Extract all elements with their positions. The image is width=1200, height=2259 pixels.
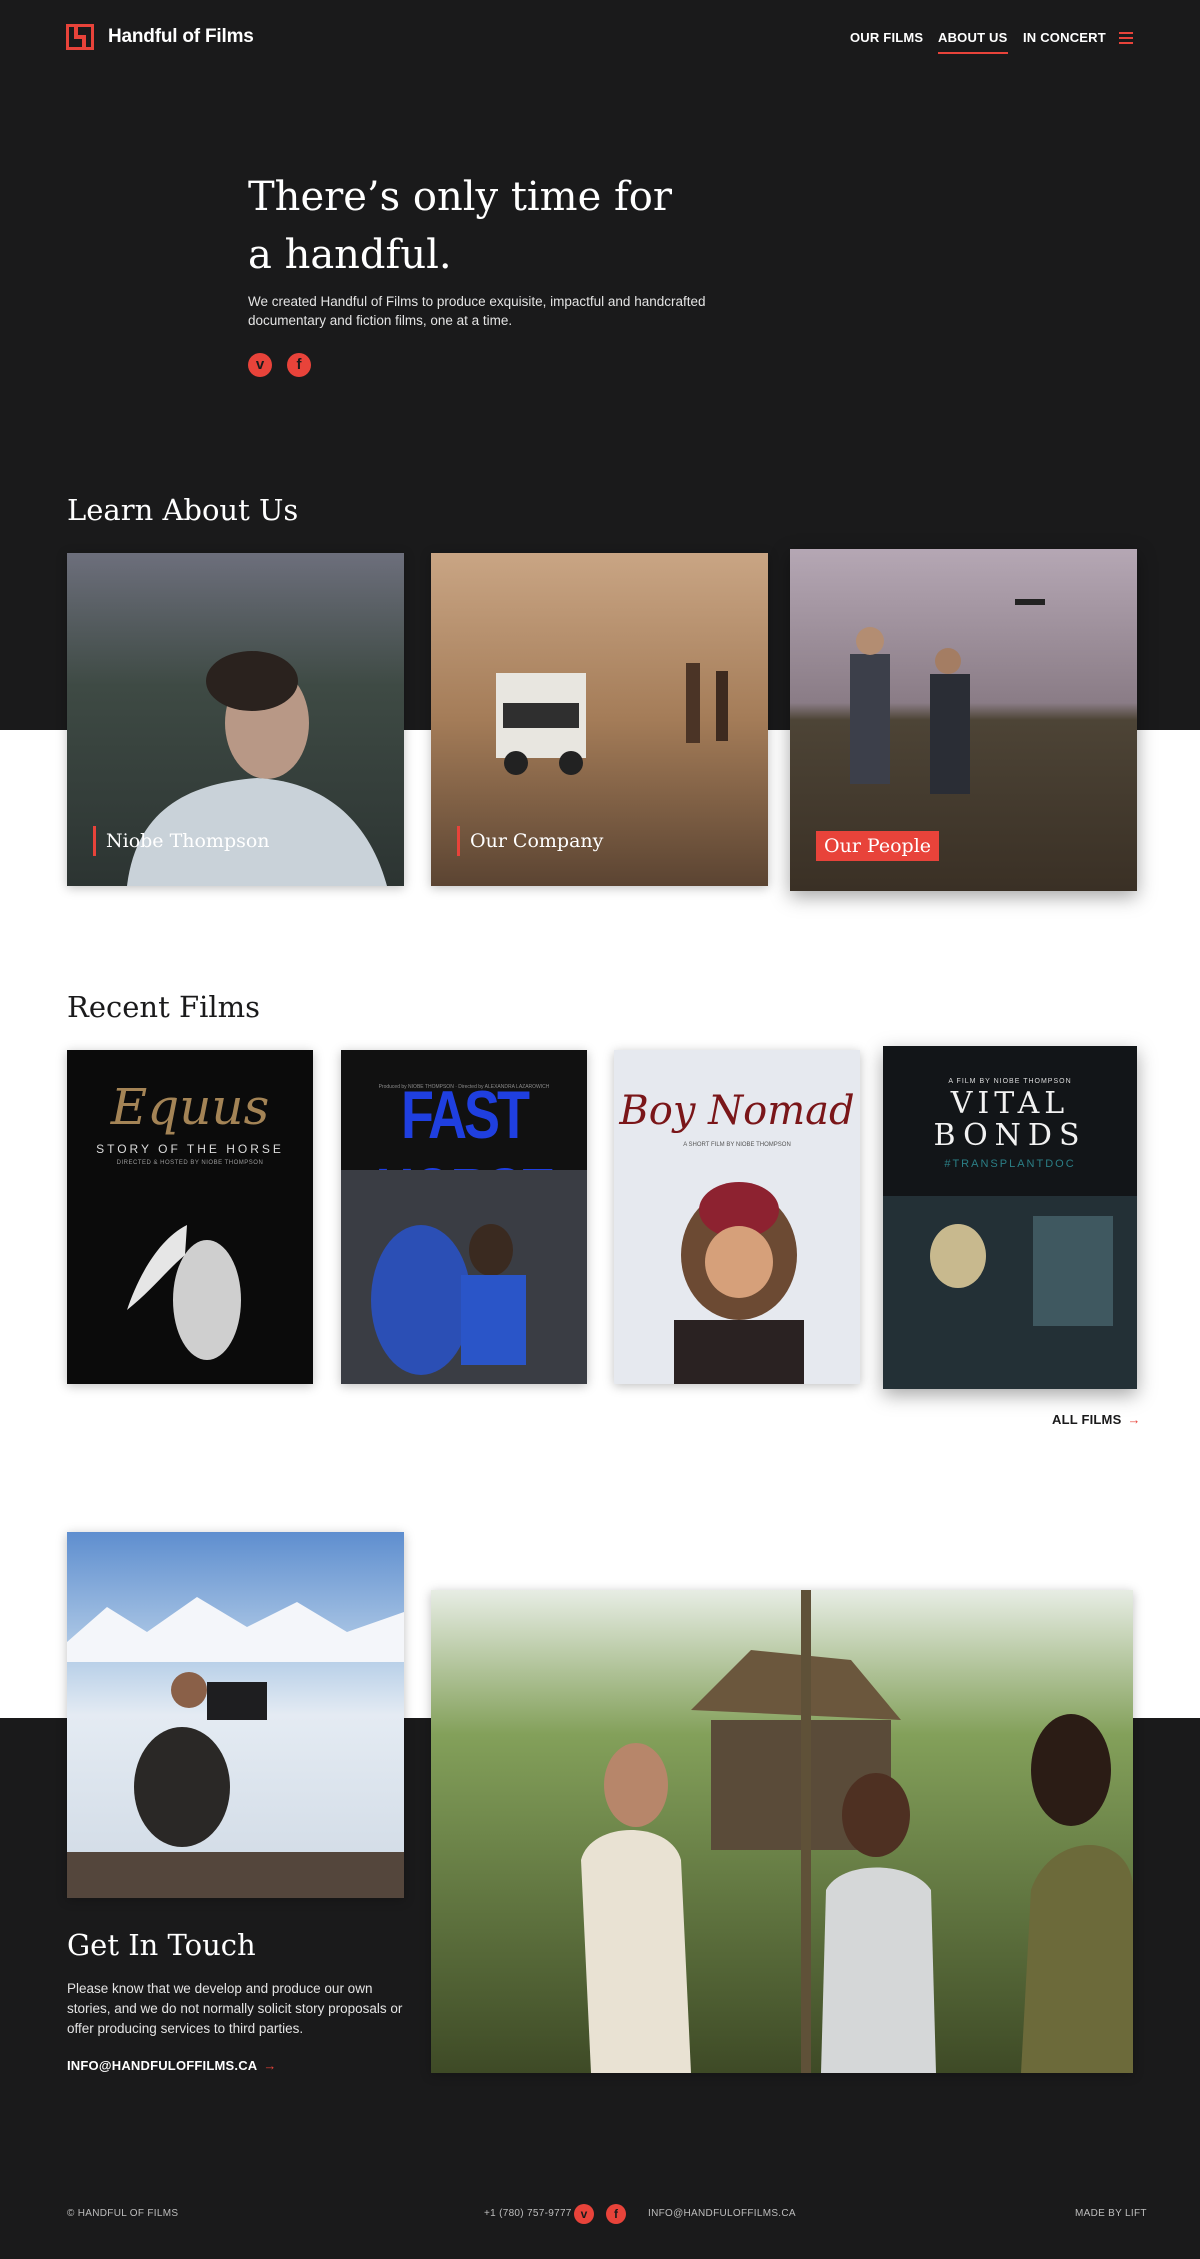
hero-title-line-1: There’s only time for	[248, 174, 673, 220]
card-label-company: Our Company	[457, 826, 603, 856]
arctic-photo	[67, 1532, 404, 1898]
vimeo-icon[interactable]: v	[248, 353, 272, 377]
brand-name[interactable]: Handful of Films	[108, 26, 254, 48]
footer-phone[interactable]: +1 (780) 757-9777	[484, 2208, 572, 2219]
arrow-right-icon: →	[1127, 1412, 1141, 1427]
contact-title: Get In Touch	[67, 1928, 256, 1962]
surgery-image	[883, 1196, 1137, 1389]
films-section-title: Recent Films	[67, 990, 261, 1024]
poster-fast-horse[interactable]: Produced by NIOBE THOMPSON · Directed by…	[341, 1050, 587, 1384]
arrow-right-icon: →	[263, 2058, 277, 2073]
card-label-people: Our People	[816, 831, 940, 861]
poster-boy-nomad[interactable]: Boy Nomad A SHORT FILM BY NIOBE THOMPSON	[614, 1050, 860, 1384]
menu-icon[interactable]	[1119, 32, 1133, 44]
footer-email[interactable]: INFO@HANDFULOFFILMS.CA	[648, 2208, 796, 2219]
about-section-title: Learn About Us	[67, 493, 299, 527]
footer-copyright: © HANDFUL OF FILMS	[67, 2208, 179, 2219]
contact-email-link[interactable]: INFO@HANDFULOFFILMS.CA →	[67, 2058, 277, 2073]
footer-credit[interactable]: MADE BY LIFT	[1075, 2208, 1147, 2219]
hero-title: There’s only time for a handful.	[248, 168, 708, 284]
card-our-people[interactable]: Our People	[790, 549, 1137, 891]
facebook-icon[interactable]: f	[287, 353, 311, 377]
card-our-company[interactable]: Our Company	[431, 553, 768, 886]
logo-icon[interactable]	[66, 24, 94, 50]
nav-about-us[interactable]: ABOUT US	[938, 30, 1008, 54]
vimeo-icon[interactable]: v	[574, 2204, 594, 2224]
card-label-niobe: Niobe Thompson	[93, 826, 270, 856]
jockey-image	[341, 1170, 587, 1384]
hero-title-line-2: a handful.	[248, 232, 452, 278]
poster-vital-bonds[interactable]: A FILM BY NIOBE THOMPSON VITAL BONDS #TR…	[883, 1046, 1137, 1389]
nav-in-concert[interactable]: IN CONCERT	[1023, 30, 1106, 45]
horse-image	[127, 1225, 241, 1360]
hero-subtitle: We created Handful of Films to produce e…	[248, 294, 706, 328]
nav-our-films[interactable]: OUR FILMS	[850, 30, 923, 45]
all-films-link[interactable]: ALL FILMS →	[1052, 1412, 1141, 1427]
poster-equus[interactable]: Equus STORY OF THE HORSE DIRECTED & HOST…	[67, 1050, 313, 1384]
papua-photo	[431, 1590, 1133, 2073]
contact-text: Please know that we develop and produce …	[67, 1981, 403, 2036]
village-photo	[431, 1590, 1133, 2073]
nomad-boy-image	[674, 1182, 804, 1384]
facebook-icon[interactable]: f	[606, 2204, 626, 2224]
card-niobe-thompson[interactable]: Niobe Thompson	[67, 553, 404, 886]
contact-email-label: INFO@HANDFULOFFILMS.CA	[67, 2058, 258, 2073]
cameraman-photo	[67, 1532, 404, 1898]
all-films-label: ALL FILMS	[1052, 1412, 1122, 1427]
